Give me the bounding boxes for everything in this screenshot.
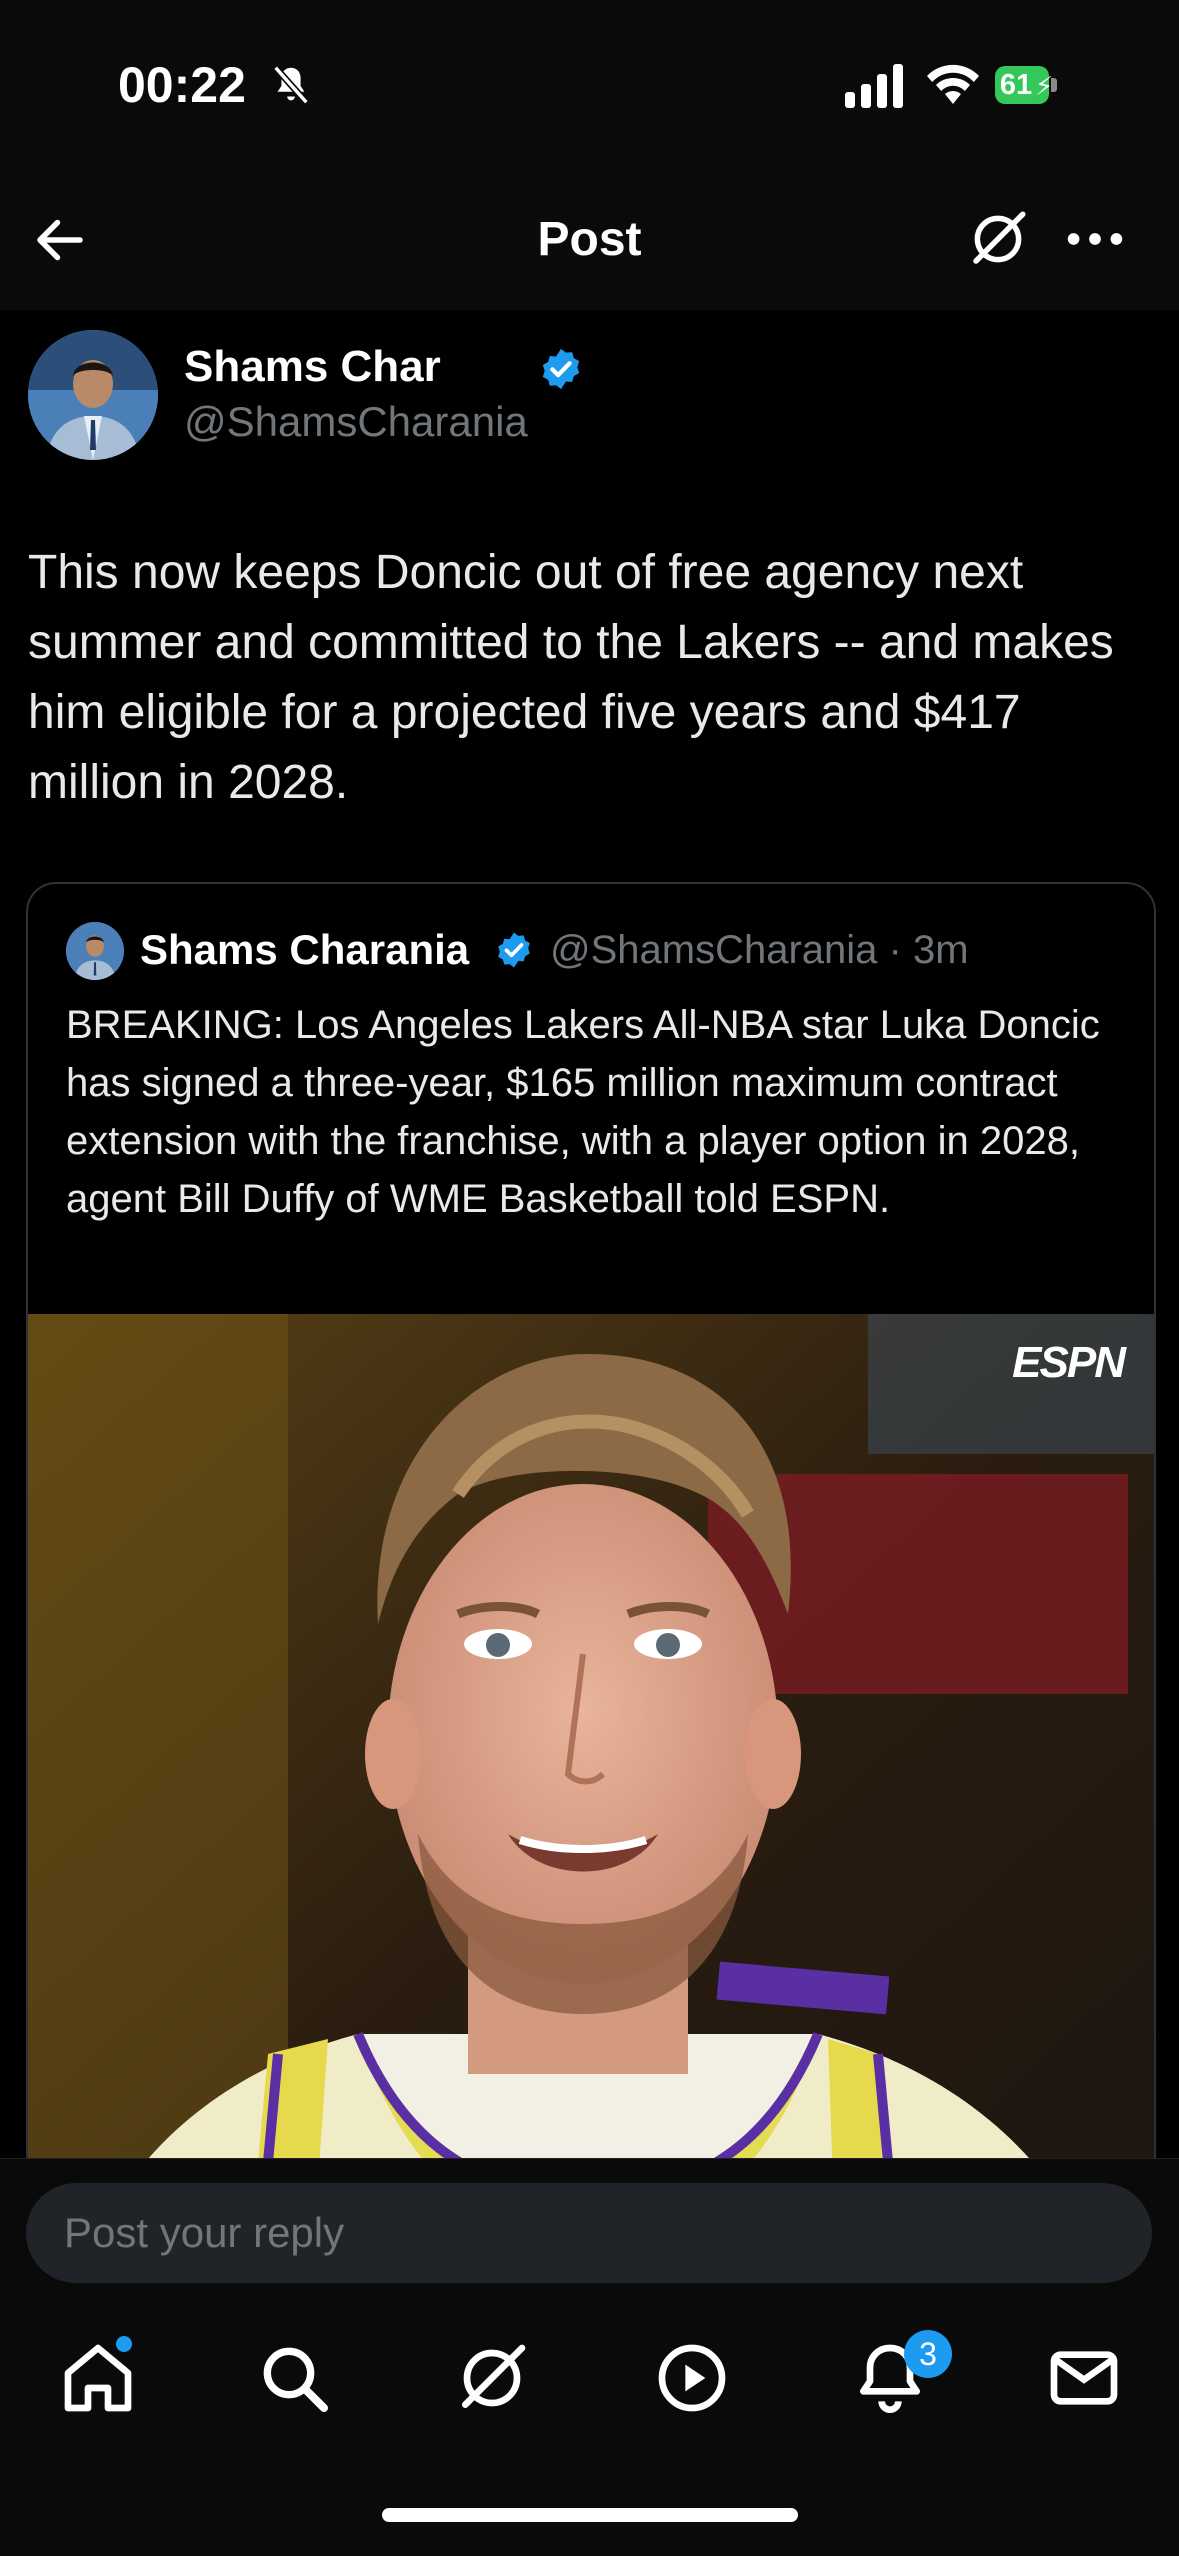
quoted-post-text: BREAKING: Los Angeles Lakers All-NBA sta…: [66, 1003, 1100, 1221]
home-notification-dot: [116, 2336, 132, 2352]
quoted-handle-time: @ShamsCharania · 3m: [550, 928, 969, 972]
quoted-author-name: Shams Charania: [140, 926, 470, 973]
quoted-author-handle: @ShamsCharania: [550, 928, 878, 972]
search-icon[interactable]: [254, 2338, 334, 2418]
post-text: This now keeps Doncic out of free agency…: [28, 546, 1114, 809]
messages-icon[interactable]: [1044, 2338, 1124, 2418]
author-handle[interactable]: @ShamsCharania: [184, 398, 528, 446]
verified-badge-icon: [542, 348, 580, 390]
verified-badge-icon: [498, 932, 530, 968]
battery-indicator: 61 ⚡: [995, 66, 1059, 104]
author-name[interactable]: Shams Char: [184, 342, 441, 392]
grok-icon[interactable]: [452, 2338, 532, 2418]
espn-watermark: ESPN: [1012, 1338, 1126, 1387]
reply-bar: Post your reply: [0, 2158, 1179, 2309]
reply-input[interactable]: Post your reply: [26, 2183, 1152, 2283]
quoted-author-avatar: [66, 922, 124, 980]
wifi-icon: [927, 64, 979, 104]
cellular-signal-icon: [845, 64, 903, 108]
status-time: 00:22: [118, 57, 246, 113]
status-bar: 00:22 61 ⚡: [0, 0, 1179, 170]
notifications-count-badge: 3: [904, 2330, 952, 2378]
grok-icon[interactable]: [965, 206, 1031, 272]
bell-muted-icon: [273, 65, 309, 105]
quoted-post-card[interactable]: Shams Charania @ShamsCharania · 3m BREAK…: [26, 882, 1156, 2326]
reply-placeholder: Post your reply: [64, 2209, 345, 2256]
author-avatar[interactable]: [28, 330, 158, 460]
more-options-icon[interactable]: [1060, 212, 1130, 266]
home-indicator[interactable]: [382, 2508, 798, 2522]
top-nav: Post: [0, 170, 1179, 310]
battery-level: 61: [999, 69, 1033, 101]
video-icon[interactable]: [652, 2338, 732, 2418]
quoted-post-time: 3m: [912, 928, 969, 972]
